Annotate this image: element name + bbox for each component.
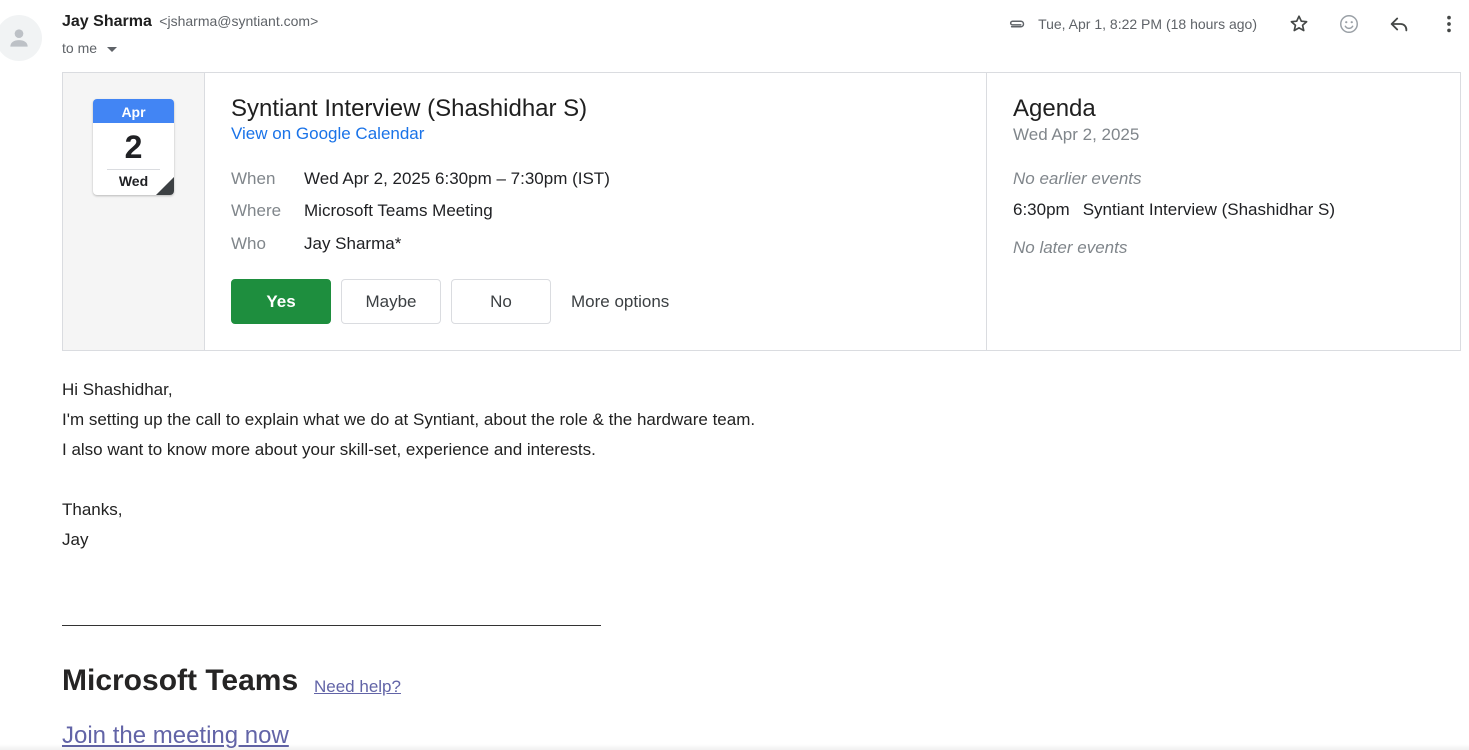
calendar-month: Apr: [93, 99, 174, 123]
agenda-panel: Agenda Wed Apr 2, 2025 No earlier events…: [987, 73, 1460, 350]
rsvp-maybe-button[interactable]: Maybe: [341, 279, 441, 324]
agenda-date: Wed Apr 2, 2025: [1013, 125, 1140, 144]
calendar-day: 2: [124, 129, 143, 165]
agenda-event-title: Syntiant Interview (Shashidhar S): [1082, 200, 1335, 219]
more-options-button[interactable]: [1429, 12, 1469, 36]
who-row: Who Jay Sharma*: [231, 234, 401, 254]
rsvp-more-options-link[interactable]: More options: [571, 292, 669, 312]
when-label: When: [231, 169, 276, 188]
star-button[interactable]: [1279, 12, 1319, 36]
who-value: Jay Sharma*: [304, 234, 402, 253]
event-title: Syntiant Interview (Shashidhar S): [231, 95, 588, 122]
body-line-2: I also want to know more about your skil…: [62, 440, 596, 459]
sender-name[interactable]: Jay Sharma: [62, 13, 152, 30]
signoff: Jay: [62, 530, 89, 549]
to-label: to me: [62, 40, 98, 56]
thanks: Thanks,: [62, 500, 123, 519]
agenda-no-earlier: No earlier events: [1013, 169, 1142, 188]
person-icon: [10, 29, 28, 47]
message-body: Hi Shashidhar, I'm setting up the call t…: [62, 375, 755, 555]
emoji-icon: [1340, 15, 1358, 33]
invite-date-panel: Apr 2 Wed: [63, 73, 205, 350]
rsvp-no-button[interactable]: No: [451, 279, 551, 324]
more-vert-icon: [1447, 15, 1451, 33]
where-value: Microsoft Teams Meeting: [304, 201, 493, 220]
add-reaction-button[interactable]: [1329, 12, 1369, 36]
agenda-no-later: No later events: [1013, 238, 1128, 257]
reply-icon: [1390, 17, 1408, 32]
sender-line: Jay Sharma <jsharma@syntiant.com>: [62, 13, 318, 31]
rsvp-yes-button[interactable]: Yes: [231, 279, 331, 324]
where-row: Where Microsoft Teams Meeting: [231, 201, 493, 221]
calendar-invite-card: Apr 2 Wed Syntiant Interview (Shashidhar…: [62, 72, 1461, 351]
view-on-calendar-link[interactable]: View on Google Calendar: [231, 124, 424, 144]
invite-details: Syntiant Interview (Shashidhar S) View o…: [205, 73, 987, 350]
reply-button[interactable]: [1379, 12, 1419, 36]
paperclip-icon: [1010, 20, 1025, 28]
chevron-down-icon: [107, 46, 118, 52]
where-label: Where: [231, 201, 282, 220]
separator-line: [62, 625, 601, 626]
calendar-divider: [107, 169, 160, 170]
need-help-link[interactable]: Need help?: [314, 677, 401, 697]
who-label: Who: [231, 234, 266, 253]
star-icon: [1290, 15, 1308, 32]
email-date: Tue, Apr 1, 8:22 PM (18 hours ago): [1038, 16, 1257, 32]
greeting: Hi Shashidhar,: [62, 380, 173, 399]
agenda-event[interactable]: 6:30pm Syntiant Interview (Shashidhar S): [1013, 200, 1335, 220]
header-actions: Tue, Apr 1, 8:22 PM (18 hours ago): [1007, 12, 1469, 36]
teams-heading: Microsoft Teams: [62, 664, 299, 697]
agenda-event-time: 6:30pm: [1013, 200, 1070, 219]
recipient-details-toggle[interactable]: to me: [62, 40, 118, 56]
sender-email: <jsharma@syntiant.com>: [159, 13, 319, 29]
scroll-shadow: [0, 744, 1469, 750]
rsvp-buttons: Yes Maybe No More options: [231, 279, 669, 324]
body-line-1: I'm setting up the call to explain what …: [62, 410, 756, 429]
agenda-title: Agenda: [1013, 95, 1096, 122]
when-value: Wed Apr 2, 2025 6:30pm – 7:30pm (IST): [304, 169, 610, 188]
calendar-date-icon: Apr 2 Wed: [93, 99, 174, 195]
page-fold-icon: [156, 177, 174, 195]
when-row: When Wed Apr 2, 2025 6:30pm – 7:30pm (IS…: [231, 169, 610, 189]
sender-avatar[interactable]: [0, 15, 42, 61]
email-view: Jay Sharma <jsharma@syntiant.com> to me …: [0, 0, 1469, 750]
